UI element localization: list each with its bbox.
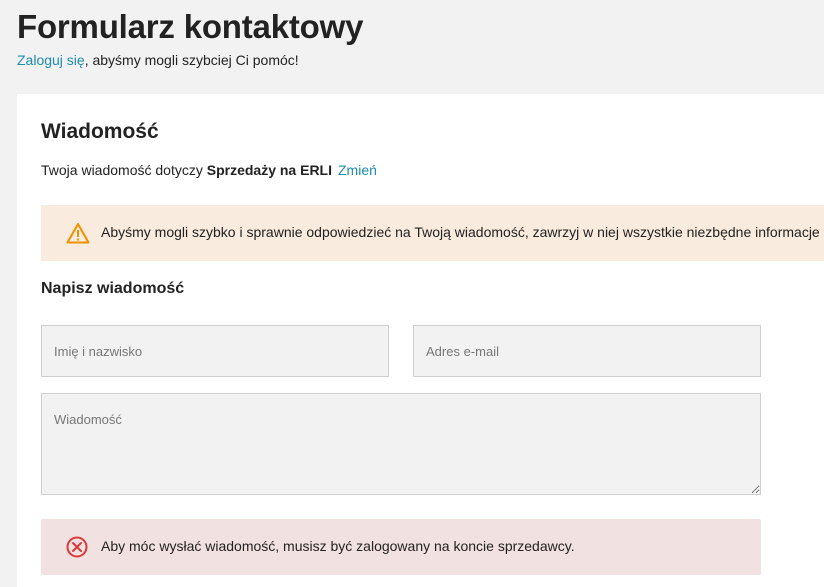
change-topic-link[interactable]: Zmień xyxy=(338,162,377,178)
page-title: Formularz kontaktowy xyxy=(17,8,364,45)
message-section-title: Wiadomość xyxy=(41,120,159,143)
warning-banner: Abyśmy mogli szybko i sprawnie odpowiedz… xyxy=(41,205,824,261)
login-prompt: Zaloguj się, abyśmy mogli szybciej Ci po… xyxy=(17,51,363,69)
login-link[interactable]: Zaloguj się xyxy=(17,52,85,68)
write-message-title: Napisz wiadomość xyxy=(41,280,185,297)
message-textarea[interactable] xyxy=(41,393,761,495)
warning-text: Abyśmy mogli szybko i sprawnie odpowiedz… xyxy=(101,224,820,240)
name-input[interactable] xyxy=(41,325,389,377)
topic-line: Twoja wiadomość dotyczy Sprzedaży na ERL… xyxy=(41,161,377,179)
topic-value: Sprzedaży na ERLI xyxy=(206,162,332,178)
error-circle-x-icon xyxy=(66,536,88,558)
topic-prefix: Twoja wiadomość dotyczy xyxy=(41,162,207,178)
error-banner: Aby móc wysłać wiadomość, musisz być zal… xyxy=(41,519,761,575)
error-text: Aby móc wysłać wiadomość, musisz być zal… xyxy=(101,538,575,554)
login-prompt-text: , abyśmy mogli szybciej Ci pomóc! xyxy=(84,52,299,68)
contact-form-card: Wiadomość Twoja wiadomość dotyczy Sprzed… xyxy=(17,94,824,587)
page-header: Formularz kontaktowy Zaloguj się, abyśmy… xyxy=(17,7,363,69)
email-input[interactable] xyxy=(413,325,761,377)
warning-triangle-icon xyxy=(66,223,90,244)
